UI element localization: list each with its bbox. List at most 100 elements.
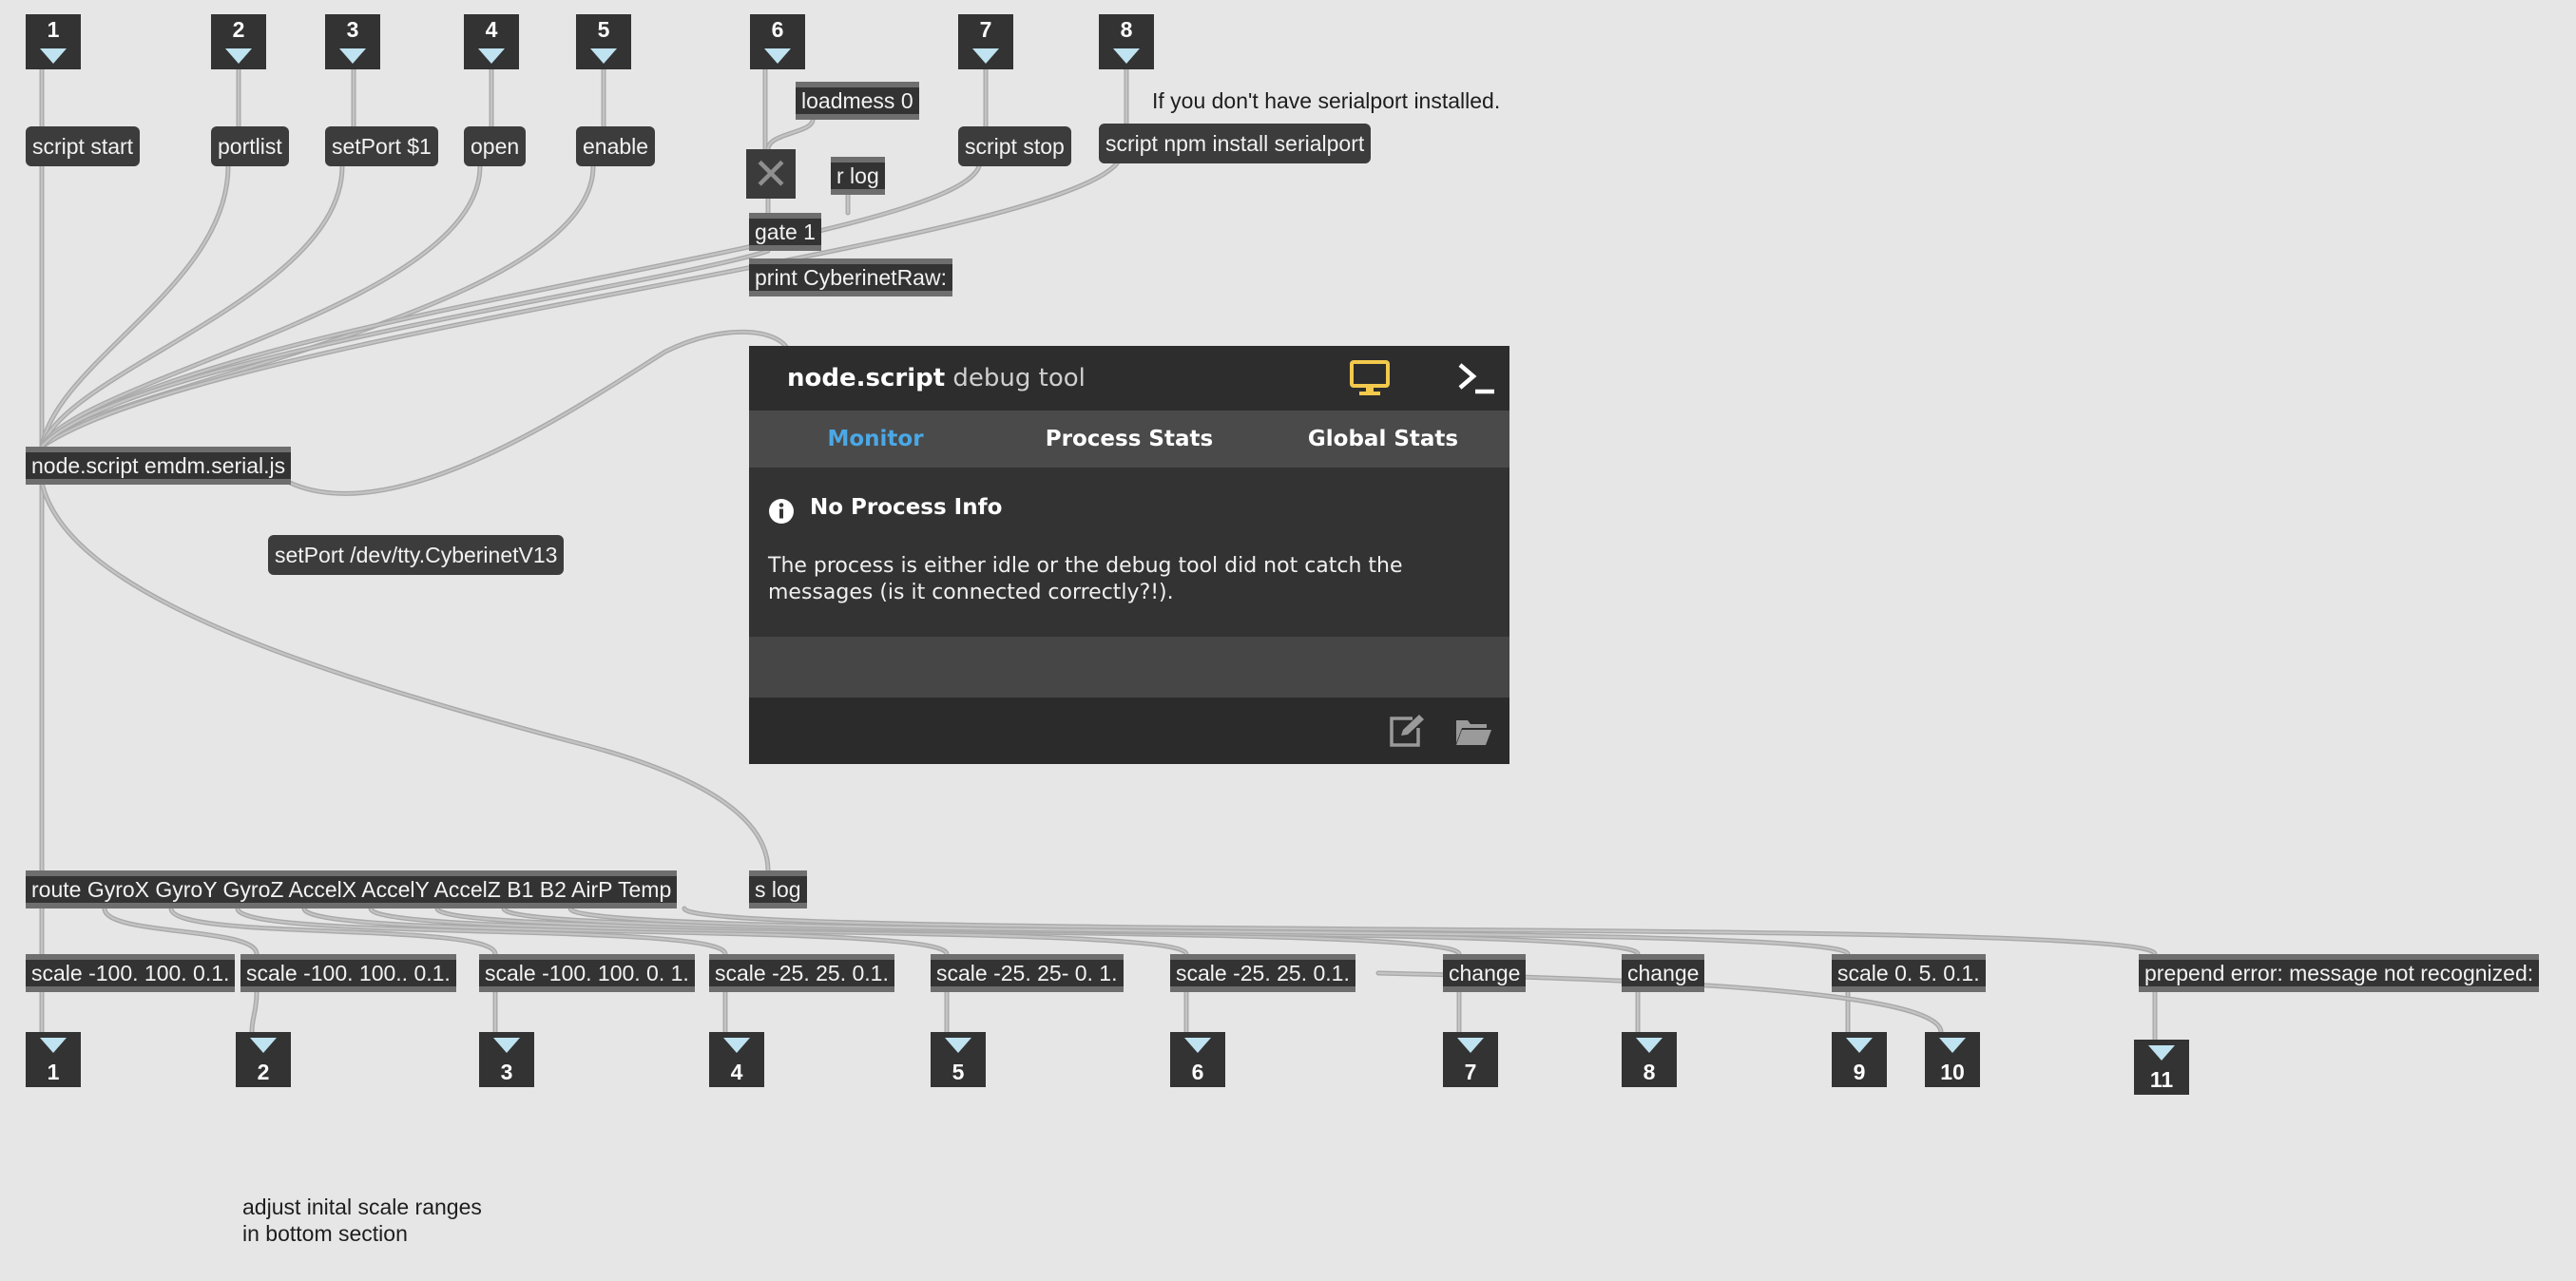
gate-toggle[interactable]: ✕ [746,149,796,199]
inlet-2[interactable]: 2 [211,14,266,69]
close-x-icon: ✕ [752,149,790,199]
inlet-arrow-icon [972,48,999,64]
inlet-arrow-icon [590,48,617,64]
debug-tool-panel: node.script debug tool Monitor Process S… [749,346,1509,764]
inlet-arrow-icon [225,48,252,64]
outlet-arrow-icon [493,1038,520,1053]
debug-input-area[interactable] [749,637,1509,698]
outlet-arrow-icon [1184,1038,1211,1053]
s-log-object[interactable]: s log [749,870,807,908]
scale-accely-object[interactable]: scale -25. 25- 0. 1. [931,954,1124,992]
gate-to-node-cord-highlight [40,249,770,449]
inlet-number: 1 [47,17,60,42]
no-process-info-title: No Process Info [810,495,1003,520]
outlet-4[interactable]: 4 [709,1032,764,1087]
inlet-arrow-icon [764,48,791,64]
portlist-message[interactable]: portlist [211,126,289,166]
outlet-10[interactable]: 10 [1925,1032,1980,1087]
node-dumpout-cord[interactable] [287,329,792,496]
scale-accelz-object[interactable]: scale -25. 25. 0.1. [1170,954,1355,992]
inlet-number: 7 [979,17,992,42]
monitor-icon[interactable] [1348,359,1392,397]
outlet-8[interactable]: 8 [1622,1032,1677,1087]
edit-icon[interactable] [1388,713,1426,749]
inlet-5[interactable]: 5 [576,14,631,69]
inlet-8[interactable]: 8 [1099,14,1154,69]
outlet-2[interactable]: 2 [236,1032,291,1087]
scale-gyroz-object[interactable]: scale -100. 100. 0. 1. [479,954,695,992]
outlet-arrow-icon [1636,1038,1663,1053]
outlet-arrow-icon [723,1038,750,1053]
outlet-number: 4 [730,1060,743,1084]
script-stop-message[interactable]: script stop [958,126,1071,166]
scale-gyroy-object[interactable]: scale -100. 100.. 0.1. [240,954,456,992]
setport-cord[interactable] [39,163,345,449]
print-object[interactable]: print CyberinetRaw: [749,258,952,296]
inlet-number: 8 [1120,17,1133,42]
outlet-number: 8 [1643,1060,1656,1084]
info-icon [769,499,794,524]
inlet-number: 3 [346,17,359,42]
gate-to-node-cord[interactable] [39,248,771,449]
gate-object[interactable]: gate 1 [749,213,821,251]
node-script-object[interactable]: node.script emdm.serial.js [26,447,292,485]
debug-tool-header: node.script debug tool [749,346,1509,411]
inlet-arrow-icon [478,48,505,64]
inlet-number: 4 [485,17,498,42]
debug-tool-tabs: Monitor Process Stats Global Stats [749,411,1509,468]
outlet-number: 3 [500,1060,513,1084]
loadmess-to-toggle-highlight [766,118,815,151]
setport-device-message[interactable]: setPort /dev/tty.CyberinetV13 [268,535,565,575]
tab-global-stats[interactable]: Global Stats [1257,411,1509,468]
loadmess-object[interactable]: loadmess 0 [796,82,919,120]
outlet-6[interactable]: 6 [1170,1032,1225,1087]
inlet-number: 2 [232,17,245,42]
inlet-number: 5 [597,17,610,42]
inlet-7[interactable]: 7 [958,14,1013,69]
prepend-error-object[interactable]: prepend error: message not recognized: [2139,954,2540,992]
inlet-3[interactable]: 3 [325,14,380,69]
no-process-info-text: The process is either idle or the debug … [768,554,1403,604]
inlet-6[interactable]: 6 [750,14,805,69]
adjust-scale-comment-line1: adjust inital scale ranges [242,1195,482,1219]
inlet-1[interactable]: 1 [26,14,81,69]
setport-message[interactable]: setPort $1 [325,126,438,166]
inlet-arrow-icon [339,48,366,64]
folder-icon[interactable] [1454,715,1492,747]
outlet-3[interactable]: 3 [479,1032,534,1087]
outlet-number: 11 [2149,1067,2174,1092]
inlet-4[interactable]: 4 [464,14,519,69]
setport-cord-highlight [40,164,344,449]
outlet-7[interactable]: 7 [1443,1032,1498,1087]
tab-monitor[interactable]: Monitor [749,411,1002,468]
enable-message[interactable]: enable [576,126,656,166]
tab-process-stats[interactable]: Process Stats [1003,411,1256,468]
scale-airp-object[interactable]: scale 0. 5. 0.1. [1832,954,1986,992]
debug-tool-title-rest: debug tool [952,364,1086,392]
outlet-1[interactable]: 1 [26,1032,81,1087]
outlet-arrow-icon [1939,1038,1966,1053]
open-message[interactable]: open [464,126,527,166]
node-dumpout-cord-highlight [288,331,791,495]
inlet-arrow-icon [40,48,67,64]
r-log-object[interactable]: r log [831,157,885,195]
route-object[interactable]: route GyroX GyroY GyroZ AccelX AccelY Ac… [26,870,678,908]
outlet-11[interactable]: 11 [2134,1040,2189,1095]
change-b1-object[interactable]: change [1443,954,1527,992]
outlet-arrow-icon [1846,1038,1873,1053]
outlet-arrow-icon [40,1038,67,1053]
scale-gyrox-object[interactable]: scale -100. 100. 0.1. [26,954,236,992]
outlet-9[interactable]: 9 [1832,1032,1887,1087]
outlet-number: 5 [952,1060,965,1084]
scale-accelx-object[interactable]: scale -25. 25. 0.1. [709,954,894,992]
npm-install-message[interactable]: script npm install serialport [1099,124,1372,163]
outlet-number: 10 [1940,1060,1965,1084]
outlet-arrow-icon [2148,1045,2175,1061]
change-b2-object[interactable]: change [1622,954,1705,992]
terminal-icon[interactable] [1454,357,1498,399]
outlet-number: 6 [1191,1060,1204,1084]
script-start-message[interactable]: script start [26,126,141,166]
outlet-5[interactable]: 5 [931,1032,986,1087]
outlet-number: 2 [257,1060,270,1084]
outlet-arrow-icon [250,1038,277,1053]
